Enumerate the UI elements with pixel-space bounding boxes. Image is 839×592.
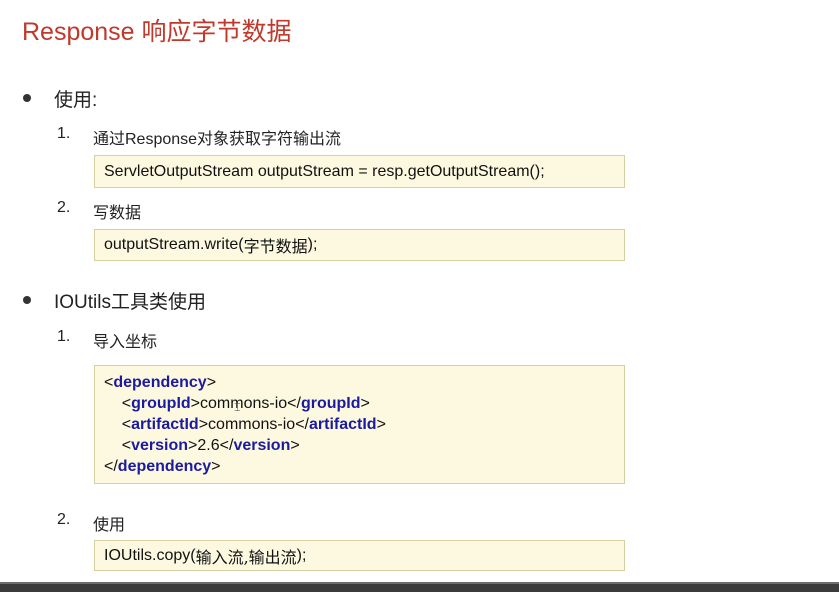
xml-line-5: </dependency> [104,458,221,475]
section2-step2-num: 2. [57,511,71,528]
xml-line-3: <artifactId>commons-io</artifactId> [104,416,386,433]
section1-step2-text: 写数据 [93,205,142,222]
section1-label: 使用: [54,90,98,111]
code-box-dependency: <dependency> <groupId>commons-io</groupI… [94,365,625,484]
section2-step2-text: 使用 [93,517,126,534]
slide-title: Response 响应字节数据 [22,18,292,46]
code-write-post: ); [307,236,318,253]
section1-step1-text: 通过Response对象获取字符输出流 [93,131,342,148]
code-write-pre: outputStream.write( [104,236,244,253]
bullet-icon [23,296,31,304]
code-box-copy: IOUtils.copy(输入流,输出流); [94,540,625,571]
code-write-arg: 字节数据 [243,237,308,256]
code-copy-post: ); [296,546,307,564]
xml-line-2: <groupId>commons-io</groupId> [104,395,370,412]
section2-step1-num: 1. [57,328,71,345]
bullet-icon [23,94,31,102]
section2-step1-text: 导入坐标 [93,334,158,351]
mouse-cursor-icon: ⌶ [234,402,241,414]
xml-line-1: <dependency> [104,374,217,391]
code-get-stream: ServletOutputStream outputStream = resp.… [104,162,545,180]
code-copy-pre: IOUtils.copy( [104,546,196,564]
code-copy-args: 输入流,输出流 [195,547,297,567]
code-box-write: outputStream.write(字节数据); [94,229,625,261]
code-box-get-stream: ServletOutputStream outputStream = resp.… [94,155,625,188]
section1-step2-num: 2. [57,199,71,216]
section1-step1-num: 1. [57,125,71,142]
bottom-bar [0,582,839,592]
section2-label: IOUtils工具类使用 [54,292,207,313]
xml-line-4: <version>2.6</version> [104,437,300,454]
